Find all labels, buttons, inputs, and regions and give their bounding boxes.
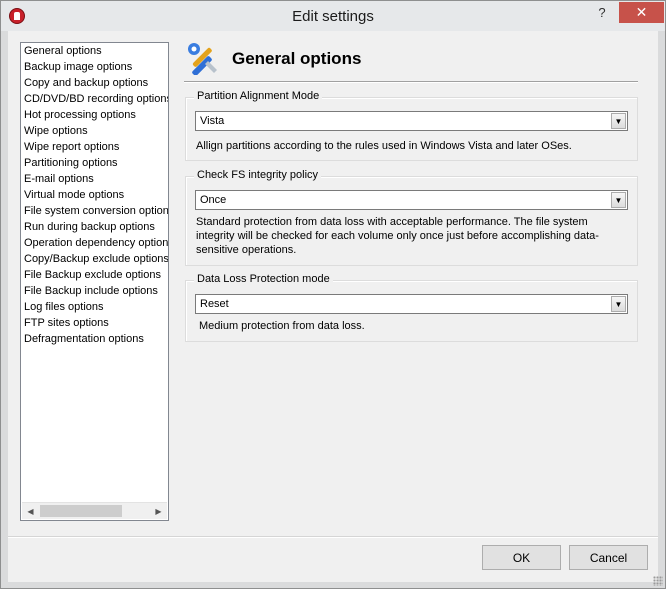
group-description: Standard protection from data loss with …: [196, 216, 599, 256]
resize-grip-icon[interactable]: [653, 576, 663, 586]
footer-divider: [8, 536, 658, 538]
horizontal-scrollbar[interactable]: ◀ ▶: [22, 502, 167, 519]
sidebar-item[interactable]: Operation dependency options: [21, 235, 168, 251]
cancel-button[interactable]: Cancel: [569, 545, 648, 570]
select-value: Once: [200, 194, 227, 206]
sidebar-item[interactable]: Copy/Backup exclude options: [21, 251, 168, 267]
select-value: Vista: [200, 115, 225, 127]
sidebar-item[interactable]: Log files options: [21, 299, 168, 315]
options-list[interactable]: General options Backup image options Copy …: [20, 42, 169, 521]
partition-alignment-group: Partition Alignment Mode Vista ▼ Allign …: [185, 90, 638, 161]
sidebar-item[interactable]: E-mail options: [21, 171, 168, 187]
edit-settings-window: Edit settings ? ✕ General options Backup …: [0, 0, 666, 589]
tools-icon: [188, 43, 217, 75]
group-legend: Data Loss Protection mode: [194, 273, 333, 285]
partition-alignment-select[interactable]: Vista ▼: [195, 111, 628, 131]
sidebar-item[interactable]: Partitioning options: [21, 155, 168, 171]
sidebar-item[interactable]: Copy and backup options: [21, 75, 168, 91]
chevron-down-icon[interactable]: ▼: [611, 113, 626, 129]
sidebar-item[interactable]: Hot processing options: [21, 107, 168, 123]
fs-integrity-group: Check FS integrity policy Once ▼ Standar…: [185, 169, 638, 266]
group-legend: Check FS integrity policy: [194, 169, 322, 181]
sidebar-item[interactable]: File Backup exclude options: [21, 267, 168, 283]
sidebar-item[interactable]: File system conversion options: [21, 203, 168, 219]
group-description: Allign partitions according to the rules…: [196, 140, 572, 152]
title-bar[interactable]: Edit settings ? ✕: [1, 1, 665, 31]
sidebar-item[interactable]: Run during backup options: [21, 219, 168, 235]
close-button[interactable]: ✕: [619, 2, 664, 23]
dialog-client: General options Backup image options Copy …: [8, 31, 658, 582]
help-button[interactable]: ?: [589, 2, 615, 23]
group-description: Medium protection from data loss.: [199, 320, 365, 332]
sidebar-item[interactable]: CD/DVD/BD recording options: [21, 91, 168, 107]
page-title: General options: [232, 49, 362, 68]
sidebar-item[interactable]: General options: [21, 43, 168, 59]
sidebar-item[interactable]: FTP sites options: [21, 315, 168, 331]
chevron-down-icon[interactable]: ▼: [611, 192, 626, 208]
sidebar-item[interactable]: Virtual mode options: [21, 187, 168, 203]
ok-button[interactable]: OK: [482, 545, 561, 570]
scroll-left-icon[interactable]: ◀: [22, 503, 39, 519]
data-loss-protection-group: Data Loss Protection mode Reset ▼ Medium…: [185, 273, 638, 342]
header-divider: [184, 81, 638, 83]
sidebar-item[interactable]: Defragmentation options: [21, 331, 168, 347]
sidebar-item[interactable]: Backup image options: [21, 59, 168, 75]
data-loss-protection-select[interactable]: Reset ▼: [195, 294, 628, 314]
window-title: Edit settings: [292, 8, 374, 25]
sidebar-item[interactable]: Wipe report options: [21, 139, 168, 155]
sidebar-item[interactable]: File Backup include options: [21, 283, 168, 299]
sidebar-item[interactable]: Wipe options: [21, 123, 168, 139]
fs-integrity-select[interactable]: Once ▼: [195, 190, 628, 210]
scroll-right-icon[interactable]: ▶: [150, 503, 167, 519]
chevron-down-icon[interactable]: ▼: [611, 296, 626, 312]
group-legend: Partition Alignment Mode: [194, 90, 323, 102]
select-value: Reset: [200, 298, 229, 310]
scroll-thumb[interactable]: [40, 505, 122, 517]
